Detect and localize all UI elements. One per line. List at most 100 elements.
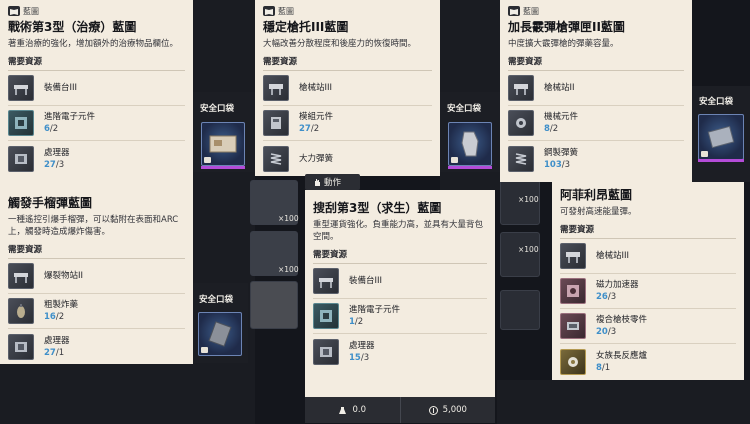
resource-row: 槍械站II [508, 71, 684, 106]
grenade-item-icon [208, 321, 232, 347]
resource-name: 大力彈簧 [299, 153, 334, 164]
resource-row: 機械元件 8/2 [508, 106, 684, 141]
resource-row: 進階電子元件 6/2 [8, 106, 185, 141]
workbench-icon [8, 75, 34, 101]
magazine-item-icon [707, 125, 735, 149]
blueprint-panel: 藍圖 加長霰彈槍彈匣II藍圖 中度擴大霰彈槍的彈藥容量。 需要資源 槍械站II … [500, 0, 692, 182]
resource-name: 機械元件 [544, 112, 579, 122]
resource-count: 15/3 [349, 352, 370, 363]
resource-name: 進階電子元件 [44, 112, 96, 122]
weight-cell: 0.0 [305, 397, 400, 423]
requirements-label: 需要資源 [8, 57, 43, 67]
category-badge: 藍圖 [508, 5, 684, 17]
weight-icon [339, 406, 347, 414]
book-icon [204, 157, 211, 163]
resource-name: 槍械站II [544, 83, 575, 93]
safe-pocket-label: 安全口袋 [200, 104, 235, 114]
inventory-slot[interactable] [500, 290, 540, 330]
action-tab[interactable]: 動作 [305, 174, 360, 190]
resource-count: 6/2 [44, 124, 59, 134]
circuit-icon [8, 110, 34, 136]
resource-row: 處理器 15/3 [313, 334, 487, 369]
item-count: ×100 [278, 265, 299, 274]
blueprint-title: 阿菲利昂藍圖 [560, 188, 633, 202]
badge-label: 藍圖 [278, 6, 294, 16]
rarity-bar [698, 159, 744, 162]
explosives-bench-icon [8, 263, 34, 289]
resource-row: 處理器 27/3 [8, 141, 185, 176]
spring-icon [263, 145, 289, 172]
resource-row: 裝備台III [8, 71, 185, 106]
blueprint-description: 可發射高速能量彈。 [560, 207, 637, 217]
gear-icon [508, 110, 534, 136]
gunbench-icon [508, 75, 534, 101]
circuit-icon [313, 303, 339, 329]
weight-value: 0.0 [352, 405, 367, 415]
book-icon [263, 6, 275, 16]
resource-count: 1/2 [349, 317, 364, 327]
book-icon [451, 157, 458, 163]
resource-count: 8/1 [596, 362, 611, 373]
coin-cell: 5,000 [399, 397, 496, 423]
resource-row: 複合槍枝零件 20/3 [560, 309, 736, 344]
rarity-bar [448, 166, 492, 169]
blueprint-title: 加長霰彈槍彈匣II藍圖 [508, 20, 625, 34]
resource-count: 16/2 [44, 312, 65, 322]
resource-row: 粗製炸藥 16/2 [8, 294, 185, 329]
resource-name: 進階電子元件 [349, 305, 401, 315]
blueprint-description: 重型運貨強化。負重能力高，並具有大量背包空間。 [313, 220, 484, 242]
chip-icon [8, 333, 34, 360]
requirements-label: 需要資源 [508, 57, 543, 67]
blueprint-description: 一種遙控引爆手榴彈，可以黏附在表面和ARC上，觸發時造成爆炸傷害。 [8, 215, 179, 237]
blueprint-panel: 藍圖 戰術第3型（治療）藍圖 著重治療的強化，增加額外的治療物品欄位。 需要資源… [0, 0, 193, 190]
resource-row: 槍械站III [263, 71, 432, 106]
blueprint-panel: 藍圖 穩定槍托III藍圖 大幅改善分散程度和後座力的恢復時間。 需要資源 槍械站… [255, 0, 440, 176]
safe-pocket-label: 安全口袋 [447, 104, 482, 114]
book-icon [701, 151, 708, 157]
badge-label: 藍圖 [523, 6, 539, 16]
safe-pocket-slot[interactable] [448, 122, 492, 166]
resource-name: 處理器 [44, 335, 70, 346]
explosive-icon [8, 298, 34, 324]
resource-count: 27/3 [44, 159, 65, 170]
inventory-slot[interactable] [250, 281, 298, 329]
spring-icon [508, 145, 534, 172]
safe-pocket-label: 安全口袋 [699, 97, 734, 107]
blueprint-panel: 觸發手榴彈藍圖 一種遙控引爆手榴彈，可以黏附在表面和ARC上，觸發時造成爆炸傷害… [0, 188, 193, 364]
cost-bar: 0.0 5,000 [305, 397, 495, 423]
blueprint-title: 搜刮第3型（求生）藍圖 [313, 201, 442, 215]
item-count: ×100 [518, 245, 539, 254]
blueprint-description: 大幅改善分散程度和後座力的恢復時間。 [263, 39, 417, 49]
inventory-slot[interactable] [500, 232, 540, 277]
resource-row: 爆裂物站II [8, 259, 185, 294]
chip-icon [313, 338, 339, 365]
gunbench-icon [560, 243, 586, 269]
blueprint-panel: 搜刮第3型（求生）藍圖 重型運貨強化。負重能力高，並具有大量背包空間。 需要資源… [305, 190, 495, 397]
resource-row: 女族長反應爐 8/1 [560, 344, 736, 379]
safe-pocket-slot[interactable] [698, 114, 744, 160]
resource-count: 103/3 [544, 159, 571, 170]
category-badge: 藍圖 [263, 5, 432, 17]
workbench-icon [313, 268, 339, 294]
category-badge: 藍圖 [8, 5, 185, 17]
requirements-label: 需要資源 [263, 57, 298, 67]
blueprint-item-icon [209, 135, 237, 153]
accelerator-icon [560, 278, 586, 304]
resource-row: 處理器 27/1 [8, 329, 185, 364]
module-icon [263, 110, 289, 136]
book-icon [201, 347, 208, 353]
coin-icon [428, 405, 438, 415]
resource-name: 槍械站III [596, 251, 630, 261]
rarity-bar [201, 166, 245, 169]
background-strip [0, 360, 248, 424]
safe-pocket-slot[interactable] [198, 312, 242, 356]
reactor-icon [560, 348, 586, 375]
blueprint-title: 戰術第3型（治療）藍圖 [8, 20, 137, 34]
resource-name: 模組元件 [299, 112, 334, 122]
resource-count: 8/2 [544, 124, 559, 134]
safe-pocket-slot[interactable] [201, 122, 245, 166]
book-icon [8, 6, 20, 16]
safe-pocket-panel: 安全口袋 [440, 92, 500, 172]
badge-label: 藍圖 [23, 6, 39, 16]
requirements-label: 需要資源 [8, 245, 43, 255]
